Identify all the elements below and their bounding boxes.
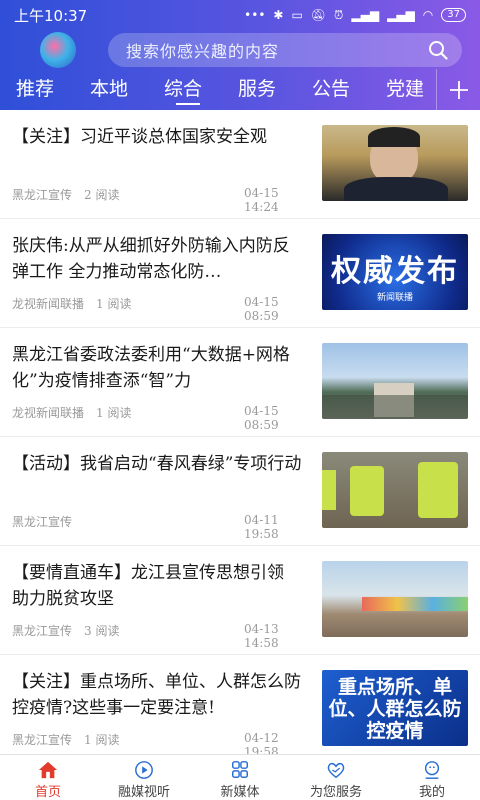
news-thumbnail[interactable]: 重点场所、单位、人群怎么防控疫情 (322, 670, 468, 746)
news-item[interactable]: 【要情直通车】龙江县宣传思想引领 助力脱贫攻坚 黑龙江宣传 3 阅读 04-13… (0, 546, 480, 655)
thumbnail-caption: 新闻联播 (376, 293, 413, 303)
handshake-icon (327, 762, 345, 779)
search-row: 搜索你感兴趣的内容 (0, 31, 480, 69)
tab-recommend[interactable]: 推荐 (16, 69, 90, 110)
news-item[interactable]: 【关注】重点场所、单位、人群怎么防控疫情?这些事一定要注意! 黑龙江宣传 1 阅… (0, 655, 480, 754)
news-meta: 龙视新闻联播 1 阅读 04-15 08:59 (12, 295, 312, 323)
news-reads: 1 阅读 (96, 406, 132, 420)
status-icons: ••• ✱ ▭ 🔕︎ ⏰︎ ▂▄▆ ▂▄▆ ◠ 37 (244, 8, 466, 23)
news-title[interactable]: 黑龙江省委政法委利用“大数据+网格化”为疫情排查添“智”力 (12, 342, 302, 394)
mute-icon: 🔕︎ (310, 8, 327, 22)
news-title[interactable]: 张庆伟:从严从细抓好外防输入内防反弹工作 全力推动常态化防… (12, 233, 302, 285)
thumbnail-headline: 权威发布 (331, 254, 459, 289)
news-thumbnail[interactable] (322, 125, 468, 201)
tab-comprehensive[interactable]: 综合 (164, 69, 238, 110)
nav-home[interactable]: 首页 (0, 755, 96, 800)
news-time: 04-15 08:59 (244, 295, 279, 323)
news-reads: 3 阅读 (84, 624, 120, 638)
news-reads: 2 阅读 (84, 188, 120, 202)
news-item[interactable]: 【活动】我省启动“春风春绿”专项行动 黑龙江宣传 04-11 19:58 (0, 437, 480, 546)
news-source: 黑龙江宣传 (12, 188, 73, 202)
news-source: 黑龙江宣传 (12, 515, 73, 529)
plus-icon (449, 80, 468, 99)
search-bar[interactable]: 搜索你感兴趣的内容 (108, 33, 462, 67)
play-icon (135, 761, 153, 779)
news-meta: 龙视新闻联播 1 阅读 04-15 08:59 (12, 404, 312, 432)
news-item[interactable]: 【关注】习近平谈总体国家安全观 黑龙江宣传 2 阅读 04-15 14:24 (0, 110, 480, 219)
news-source: 龙视新闻联播 (12, 297, 85, 311)
top-header: 上午10:37 ••• ✱ ▭ 🔕︎ ⏰︎ ▂▄▆ ▂▄▆ ◠ 37 搜索你感兴… (0, 0, 480, 110)
wifi-icon: ◠ (422, 8, 434, 22)
news-time: 04-15 14:24 (244, 186, 279, 214)
app-logo[interactable] (40, 32, 76, 68)
nav-service[interactable]: 为您服务 (288, 755, 384, 800)
news-title[interactable]: 【要情直通车】龙江县宣传思想引领 助力脱贫攻坚 (12, 560, 302, 612)
news-time: 04-12 19:58 (244, 731, 279, 754)
thumbnail-headline: 重点场所、单位、人群怎么防控疫情 (328, 676, 462, 742)
news-thumbnail[interactable] (322, 452, 468, 528)
news-thumbnail[interactable] (322, 561, 468, 637)
news-title[interactable]: 【关注】习近平谈总体国家安全观 (12, 124, 302, 150)
dots-icon: ••• (244, 8, 266, 22)
news-item[interactable]: 黑龙江省委政法委利用“大数据+网格化”为疫情排查添“智”力 龙视新闻联播 1 阅… (0, 328, 480, 437)
grid-icon (232, 761, 248, 778)
search-icon[interactable] (428, 40, 448, 60)
news-meta: 黑龙江宣传 1 阅读 04-12 19:58 (12, 731, 312, 754)
alarm-icon: ⏰︎ (334, 7, 344, 22)
tab-notice[interactable]: 公告 (312, 69, 386, 110)
tab-service[interactable]: 服务 (238, 69, 312, 110)
status-time: 上午10:37 (14, 6, 88, 25)
more-tabs-button[interactable] (436, 69, 480, 110)
search-placeholder[interactable]: 搜索你感兴趣的内容 (126, 38, 428, 62)
news-meta: 黑龙江宣传 2 阅读 04-15 14:24 (12, 186, 312, 214)
bottom-nav: 首页 融媒视听 新媒体 为您服务 我的 (0, 754, 480, 800)
tab-local[interactable]: 本地 (90, 69, 164, 110)
news-title[interactable]: 【活动】我省启动“春风春绿”专项行动 (12, 451, 302, 477)
nav-label: 首页 (34, 785, 61, 800)
news-time: 04-11 19:58 (244, 513, 279, 541)
news-reads: 1 阅读 (96, 297, 132, 311)
channel-tabs: 推荐 本地 综合 服务 公告 党建 (0, 69, 480, 110)
news-item[interactable]: 张庆伟:从严从细抓好外防输入内防反弹工作 全力推动常态化防… 龙视新闻联播 1 … (0, 219, 480, 328)
nav-label: 融媒视听 (117, 785, 170, 800)
vibrate-icon: ▭ (291, 8, 303, 22)
news-time: 04-13 14:58 (244, 622, 279, 650)
news-feed: 【关注】习近平谈总体国家安全观 黑龙江宣传 2 阅读 04-15 14:24 张… (0, 110, 480, 754)
battery-icon: 37 (441, 8, 466, 22)
news-source: 龙视新闻联播 (12, 406, 85, 420)
nav-label: 为您服务 (309, 785, 362, 800)
nav-new-media[interactable]: 新媒体 (192, 755, 288, 800)
nav-media[interactable]: 融媒视听 (96, 755, 192, 800)
news-meta: 黑龙江宣传 3 阅读 04-13 14:58 (12, 622, 312, 650)
bluetooth-icon: ✱ (273, 8, 284, 22)
nav-label: 我的 (418, 785, 445, 800)
home-icon (38, 761, 58, 779)
signal-2-icon: ▂▄▆ (387, 8, 415, 22)
news-thumbnail[interactable] (322, 343, 468, 419)
news-title[interactable]: 【关注】重点场所、单位、人群怎么防控疫情?这些事一定要注意! (12, 669, 302, 721)
status-bar: 上午10:37 ••• ✱ ▭ 🔕︎ ⏰︎ ▂▄▆ ▂▄▆ ◠ 37 (0, 0, 480, 30)
news-reads: 1 阅读 (84, 733, 120, 747)
news-thumbnail[interactable]: 权威发布 新闻联播 (322, 234, 468, 310)
news-time: 04-15 08:59 (244, 404, 279, 432)
news-source: 黑龙江宣传 (12, 733, 73, 747)
news-source: 黑龙江宣传 (12, 624, 73, 638)
user-icon (424, 761, 440, 779)
nav-label: 新媒体 (220, 785, 260, 800)
nav-mine[interactable]: 我的 (384, 755, 480, 800)
signal-icon: ▂▄▆ (351, 8, 380, 22)
news-meta: 黑龙江宣传 04-11 19:58 (12, 513, 312, 541)
